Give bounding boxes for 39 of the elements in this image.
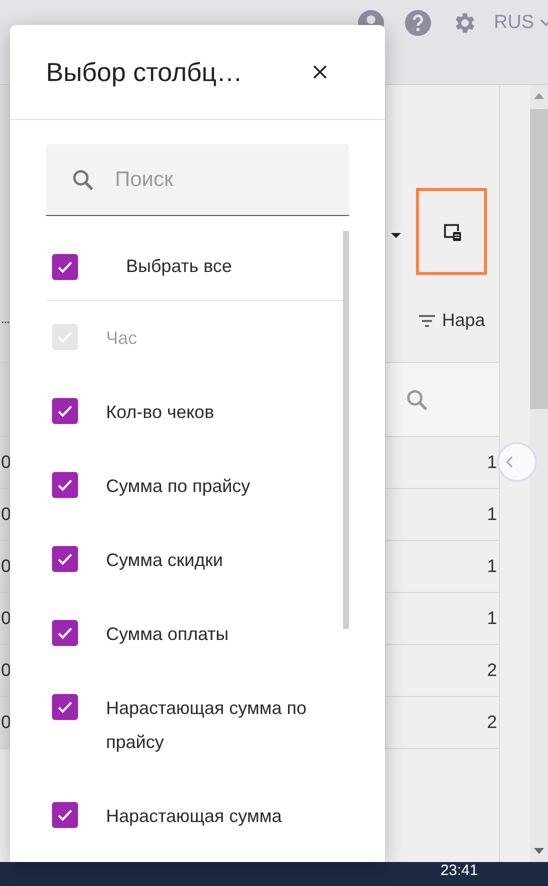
close-icon	[313, 65, 327, 79]
help-icon[interactable]	[404, 10, 431, 36]
checkbox-label[interactable]: Сумма оплаты	[106, 617, 229, 651]
table-cell: 1	[486, 608, 497, 629]
table-cell: 2	[486, 660, 497, 681]
table-cell: 0	[1, 452, 12, 473]
table-cell: 0	[1, 556, 12, 577]
table-cell: 1	[486, 452, 497, 473]
checkbox[interactable]	[52, 620, 78, 646]
checkbox-label[interactable]: Кол-во чеков	[106, 395, 214, 429]
checkbox[interactable]	[52, 472, 78, 498]
table-cell: 0	[1, 608, 12, 629]
column-header[interactable]: Нара	[442, 310, 486, 331]
caret-down-icon[interactable]	[391, 233, 401, 238]
table-cell: 0	[1, 660, 12, 681]
checkbox-label[interactable]: Выбрать все	[126, 249, 232, 283]
table-cell: 0	[1, 504, 12, 525]
table-cell: 0	[1, 712, 12, 733]
checkbox[interactable]	[52, 254, 78, 280]
dialog-title: Выбор столбц…	[46, 56, 243, 88]
search-icon	[70, 167, 96, 193]
clock-time: 23:41	[440, 862, 478, 880]
filter-icon[interactable]	[418, 314, 436, 326]
checkbox[interactable]	[52, 694, 78, 720]
table-cell: 2	[486, 712, 497, 733]
chevron-left-icon	[505, 456, 513, 468]
checkbox-label[interactable]: Сумма скидки	[106, 543, 223, 577]
checkbox[interactable]	[52, 398, 78, 424]
column-settings-button[interactable]	[416, 188, 487, 275]
table-cell: 1	[486, 556, 497, 577]
checkbox[interactable]	[52, 546, 78, 572]
checkbox-label[interactable]: Сумма по прайсу	[106, 469, 250, 503]
checkbox[interactable]	[52, 802, 78, 828]
search-field[interactable]: Поиск	[46, 144, 349, 216]
table-cell: 1	[486, 504, 497, 525]
checkbox-label[interactable]: Нарастающая сумма	[106, 799, 282, 833]
scroll-down-icon[interactable]	[534, 848, 544, 854]
column-header: …	[1, 316, 10, 325]
checkbox-label[interactable]: Нарастающая сумма по прайсу	[106, 691, 326, 759]
